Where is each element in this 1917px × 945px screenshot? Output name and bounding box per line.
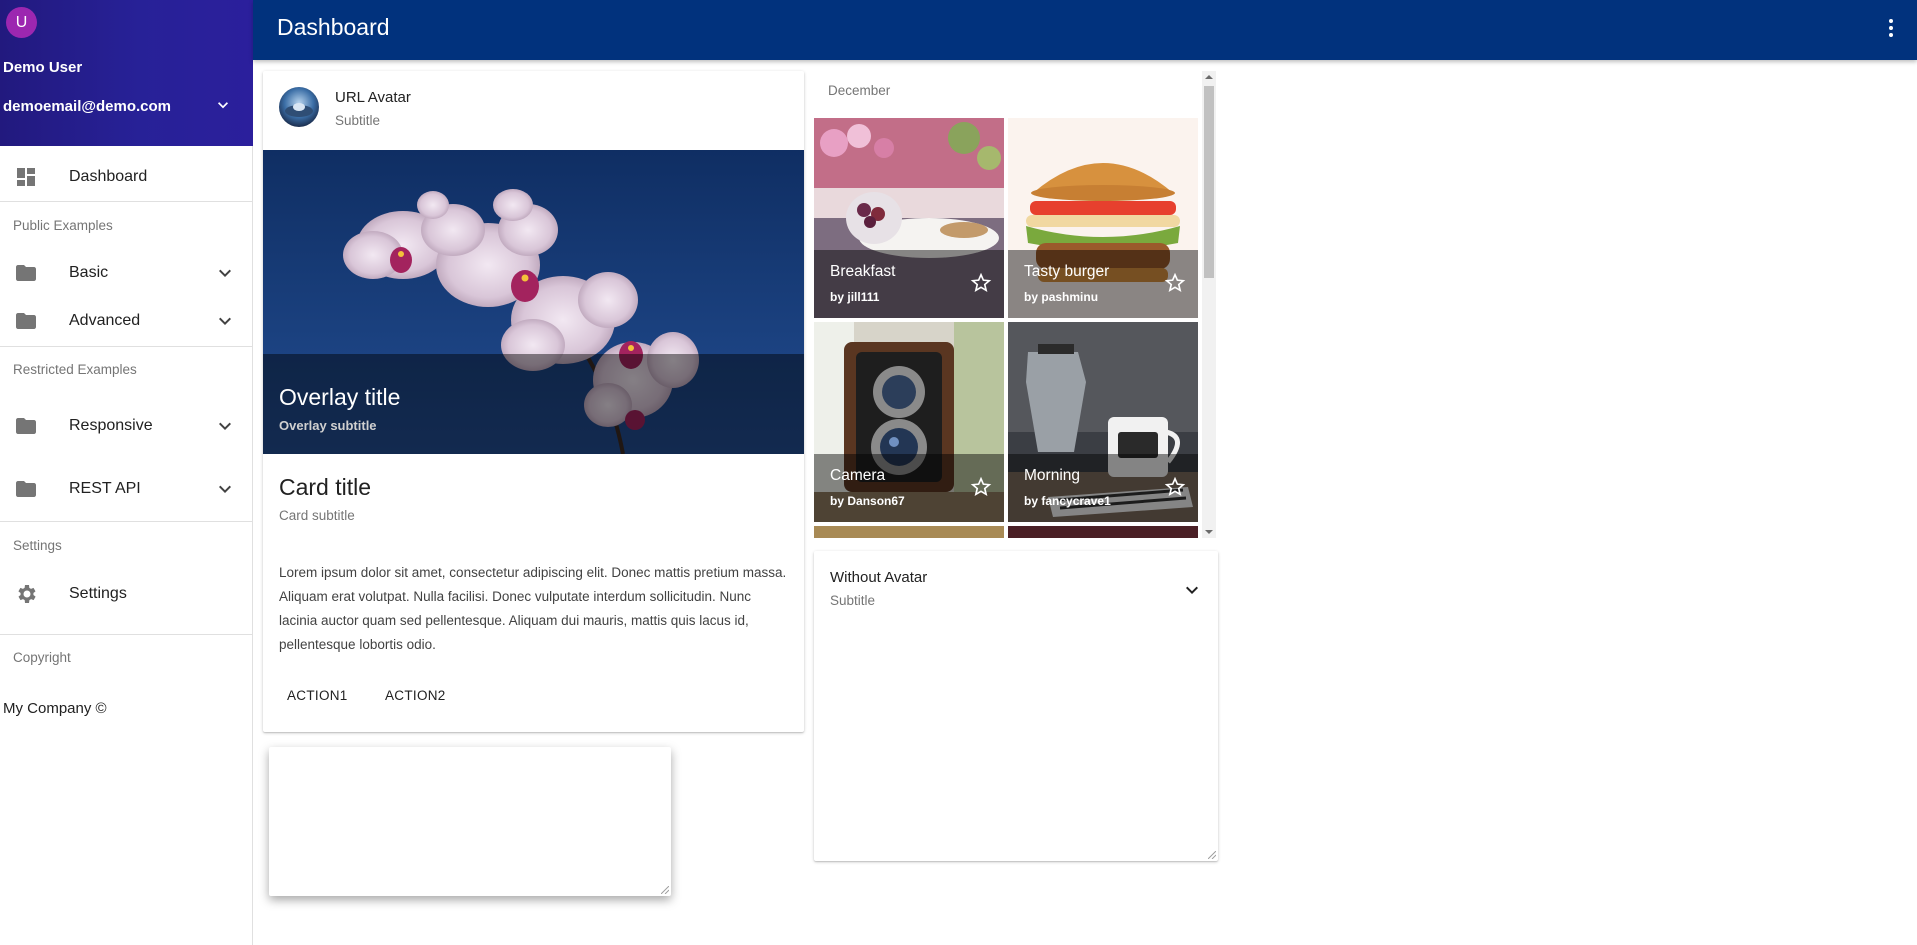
tile-title-bar: Tasty burger by pashminu (1008, 250, 1198, 318)
tile-author: by pashminu (1024, 290, 1099, 304)
chevron-down-icon[interactable] (213, 95, 233, 115)
card-header-title: URL Avatar (335, 89, 411, 106)
tile-author: by jill111 (830, 290, 880, 304)
image-grid-list: December Breakfast by jill111 Tasty burg… (814, 71, 1216, 538)
tile-title: Breakfast (830, 263, 896, 280)
tile-title-bar: Camera by Danson67 (814, 454, 1004, 522)
scroll-down-arrow-icon[interactable] (1205, 528, 1213, 536)
grid-tile-camera[interactable]: Camera by Danson67 (814, 322, 1004, 522)
chevron-down-icon[interactable] (213, 309, 237, 333)
star-outline-icon[interactable] (970, 272, 992, 294)
nav-item-label: Basic (69, 264, 109, 281)
card-subtitle: Card subtitle (279, 508, 355, 523)
overlay-subtitle: Overlay subtitle (279, 418, 377, 433)
chevron-down-icon[interactable] (213, 477, 237, 501)
grid-tile-breakfast[interactable]: Breakfast by jill111 (814, 118, 1004, 318)
card-header-subtitle: Subtitle (335, 113, 381, 128)
card-body-text: Lorem ipsum dolor sit amet, consectetur … (279, 565, 787, 652)
page-title: Dashboard (277, 14, 390, 40)
chevron-down-icon[interactable] (213, 414, 237, 438)
star-outline-icon[interactable] (1164, 272, 1186, 294)
public-examples-header: Public Examples (13, 218, 113, 233)
tile-title-bar: Morning by fancycrave1 (1008, 454, 1198, 522)
divider (0, 634, 252, 635)
card-header-title: Without Avatar (830, 569, 928, 586)
nav-item-label: Responsive (69, 417, 153, 434)
chevron-down-icon[interactable] (213, 261, 237, 285)
gear-icon (18, 585, 36, 603)
without-avatar-card: Without Avatar Subtitle (814, 551, 1218, 861)
tile-title: Morning (1024, 467, 1080, 484)
settings-header: Settings (13, 538, 62, 553)
nav-item-rest-api[interactable]: REST API (0, 466, 252, 512)
nav-item-settings[interactable]: Settings (0, 571, 252, 617)
resize-handle-icon[interactable] (1208, 851, 1216, 859)
nav-item-responsive[interactable]: Responsive (0, 403, 252, 449)
star-outline-icon[interactable] (1164, 476, 1186, 498)
nav-item-label: Dashboard (69, 168, 148, 185)
tile-author: by Danson67 (830, 494, 905, 508)
dashboard-icon (17, 168, 35, 186)
folder-icon (16, 313, 36, 329)
action2-button[interactable]: ACTION2 (377, 682, 454, 709)
account-email: demoemail@demo.com (3, 98, 172, 115)
chevron-down-icon[interactable] (1180, 578, 1204, 602)
tile-author: by fancycrave1 (1024, 494, 1111, 508)
tile-title: Camera (830, 467, 886, 484)
more-vertical-icon[interactable] (1879, 16, 1903, 40)
nav-item-label: REST API (69, 480, 141, 497)
nav-item-advanced[interactable]: Advanced (0, 298, 252, 344)
copyright-header: Copyright (13, 650, 71, 665)
tile-title: Tasty burger (1024, 263, 1110, 280)
divider (0, 346, 252, 347)
nav-item-basic[interactable]: Basic (0, 250, 252, 296)
grid-tile-tasty-burger[interactable]: Tasty burger by pashminu (1008, 118, 1198, 318)
nav-item-label: Settings (69, 585, 127, 602)
card-header-subtitle: Subtitle (830, 593, 876, 608)
card-title: Card title (279, 474, 372, 500)
account-header: U Demo User demoemail@demo.com (0, 0, 253, 146)
avatar-image (279, 87, 319, 127)
nav-item-dashboard[interactable]: Dashboard (0, 154, 252, 200)
sidebar-drawer: U Demo User demoemail@demo.com Dashboard… (0, 0, 253, 945)
nav-item-label: Advanced (69, 312, 141, 329)
divider (0, 201, 252, 202)
folder-icon (16, 265, 36, 281)
action1-button[interactable]: ACTION1 (279, 682, 356, 709)
divider (0, 521, 252, 522)
scroll-thumb[interactable] (1204, 86, 1214, 278)
media-overlay: Overlay title Overlay subtitle (263, 354, 804, 454)
app-bar: Dashboard (253, 0, 1917, 60)
folder-icon (16, 481, 36, 497)
grid-tile-morning[interactable]: Morning by fancycrave1 (1008, 322, 1198, 522)
folder-icon (16, 418, 36, 434)
account-username: Demo User (3, 59, 83, 76)
tile-title-bar: Breakfast by jill111 (814, 250, 1004, 318)
star-outline-icon[interactable] (970, 476, 992, 498)
resize-handle-icon[interactable] (661, 886, 669, 894)
grid-tile-partial[interactable] (814, 526, 1004, 538)
copyright-text: My Company © (3, 700, 107, 717)
restricted-examples-header: Restricted Examples (13, 362, 137, 377)
overlay-title: Overlay title (279, 384, 401, 410)
grid-subheader: December (828, 83, 891, 98)
orchid-image: Overlay title Overlay subtitle (263, 150, 804, 454)
grid-tile-partial[interactable] (1008, 526, 1198, 538)
user-avatar[interactable]: U (6, 7, 37, 38)
url-avatar (279, 87, 319, 127)
scroll-up-arrow-icon[interactable] (1205, 73, 1213, 81)
grid-scrollbar[interactable] (1202, 71, 1216, 538)
empty-resizable-card (269, 747, 671, 896)
feature-card: URL Avatar Subtitle Overlay title Overla… (263, 71, 804, 732)
